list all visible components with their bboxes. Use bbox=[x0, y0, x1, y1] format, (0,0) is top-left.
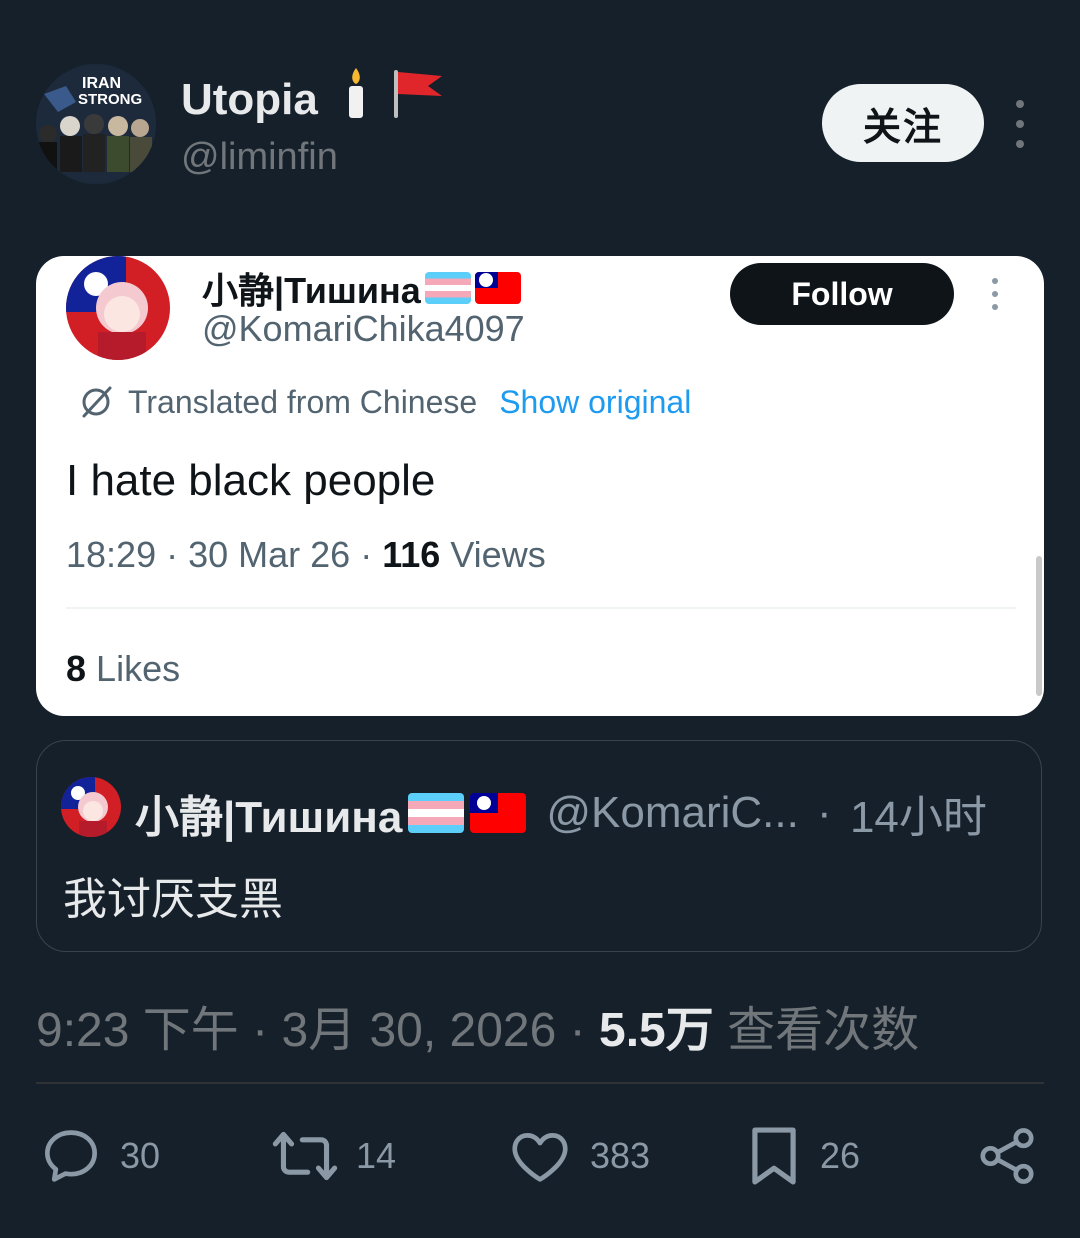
red-flag-icon bbox=[394, 70, 443, 118]
post-views-count: 5.5万 bbox=[599, 1004, 714, 1057]
post-meta: 9:23 下午 · 3月 30, 2026 · 5.5万 查看次数 bbox=[36, 1004, 920, 1057]
like-count: 383 bbox=[590, 1135, 651, 1176]
bookmark-button[interactable]: 26 bbox=[744, 1122, 860, 1190]
share-icon bbox=[980, 1128, 1034, 1184]
embedded-scrollbar bbox=[1036, 556, 1042, 696]
bookmark-icon bbox=[752, 1127, 796, 1185]
embedded-display-name[interactable]: 小静|Тишина bbox=[202, 262, 521, 314]
bookmark-count: 26 bbox=[820, 1135, 861, 1176]
quoted-separator: · bbox=[804, 788, 844, 837]
follow-button[interactable]: 关注 bbox=[822, 84, 984, 162]
transgender-flag-icon bbox=[424, 272, 471, 304]
quoted-header: 小静|Тишина @KomariC... · 14小时 bbox=[135, 781, 987, 845]
author-name-text: Utopia bbox=[181, 75, 318, 124]
post-time[interactable]: 9:23 下午 bbox=[36, 1004, 239, 1057]
reply-count: 30 bbox=[120, 1135, 161, 1176]
author-avatar[interactable]: IRAN STRONG bbox=[36, 64, 156, 184]
quoted-handle[interactable]: @KomariC... bbox=[546, 788, 798, 838]
embedded-likes-count: 8 bbox=[66, 648, 87, 689]
embedded-likes[interactable]: 8 Likes bbox=[66, 648, 180, 690]
embedded-tweet-meta: 18:29 · 30 Mar 26 · 116 Views bbox=[66, 534, 546, 575]
retweet-button[interactable]: 14 bbox=[270, 1122, 396, 1190]
translate-icon bbox=[82, 386, 112, 418]
transgender-flag-icon bbox=[408, 793, 465, 833]
share-button[interactable] bbox=[974, 1122, 1040, 1190]
taiwan-flag-icon bbox=[474, 272, 521, 304]
embedded-follow-button[interactable]: Follow bbox=[730, 263, 954, 325]
embedded-name-text: 小静|Тишина bbox=[202, 270, 421, 311]
embedded-views-count: 116 bbox=[382, 534, 441, 575]
avatar-text-line2: STRONG bbox=[78, 91, 142, 108]
embedded-tweet-text: I hate black people bbox=[66, 456, 436, 505]
embedded-avatar[interactable] bbox=[66, 256, 170, 360]
quoted-display-name[interactable]: 小静|Тишина bbox=[135, 781, 402, 845]
embedded-handle[interactable]: @KomariChika4097 bbox=[202, 308, 525, 350]
translation-row: Translated from Chinese Show original bbox=[78, 380, 691, 424]
embedded-likes-label: Likes bbox=[96, 648, 181, 689]
avatar-text-line1: IRAN bbox=[82, 75, 121, 92]
show-original-link[interactable]: Show original bbox=[499, 384, 691, 421]
embedded-avatar-image bbox=[66, 256, 170, 360]
more-options-icon[interactable] bbox=[1006, 100, 1034, 148]
quoted-time[interactable]: 14小时 bbox=[850, 781, 987, 845]
embedded-tweet-card: 小静|Тишина @KomariChika4097 Follow Transl… bbox=[36, 256, 1044, 716]
avatar-image: IRAN STRONG bbox=[36, 64, 156, 184]
quoted-tweet[interactable]: 小静|Тишина @KomariC... · 14小时 我讨厌支黑 bbox=[36, 740, 1042, 952]
reply-icon bbox=[45, 1130, 97, 1182]
embedded-divider bbox=[66, 607, 1016, 609]
retweet-count: 14 bbox=[356, 1135, 397, 1176]
like-button[interactable]: 383 bbox=[506, 1122, 650, 1190]
embedded-date[interactable]: 30 Mar 26 bbox=[188, 534, 350, 575]
quoted-text: 我讨厌支黑 bbox=[63, 875, 283, 924]
reply-button[interactable]: 30 bbox=[38, 1122, 160, 1190]
heart-icon bbox=[512, 1133, 568, 1182]
retweet-icon bbox=[272, 1131, 338, 1181]
taiwan-flag-icon bbox=[470, 793, 527, 833]
quoted-avatar-image bbox=[61, 777, 121, 837]
author-display-name[interactable]: Utopia bbox=[181, 66, 448, 125]
embedded-more-icon[interactable] bbox=[988, 278, 1002, 310]
quoted-avatar[interactable] bbox=[61, 777, 121, 837]
translated-label: Translated from Chinese bbox=[128, 383, 478, 420]
author-handle[interactable]: @liminfin bbox=[181, 136, 338, 179]
embedded-views-label: Views bbox=[450, 534, 546, 575]
post-views-label[interactable]: 查看次数 bbox=[727, 1004, 919, 1057]
candle-icon bbox=[349, 68, 364, 118]
actions-divider bbox=[36, 1082, 1044, 1084]
post-date[interactable]: 3月 30, 2026 bbox=[281, 1004, 556, 1057]
embedded-time[interactable]: 18:29 bbox=[66, 534, 156, 575]
